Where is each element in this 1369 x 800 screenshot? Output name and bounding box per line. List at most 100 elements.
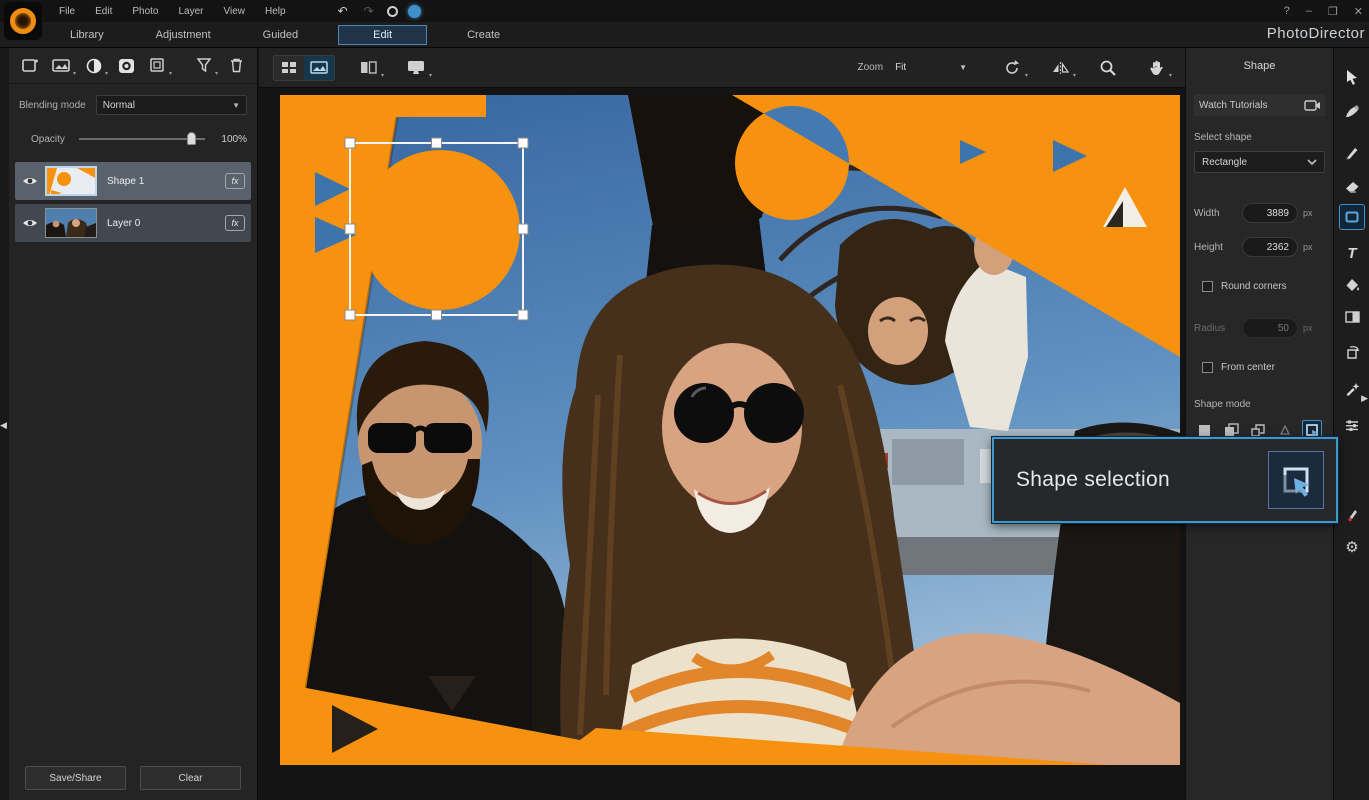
close-button[interactable]: ✕ [1354, 5, 1363, 18]
width-label: Width [1194, 208, 1242, 219]
radius-input [1242, 318, 1298, 338]
mask-tool-icon[interactable] [1339, 304, 1365, 330]
pointer-tool-icon[interactable] [1339, 64, 1365, 90]
maximize-button[interactable]: ❐ [1328, 5, 1338, 18]
select-shape-label: Select shape [1194, 132, 1325, 143]
menu-item-file[interactable]: File [50, 4, 84, 19]
adjust-sliders-icon[interactable] [1339, 412, 1365, 438]
minimize-button[interactable]: – [1306, 5, 1312, 17]
delete-layer-icon[interactable] [223, 54, 249, 78]
tab-guided[interactable]: Guided [251, 25, 310, 45]
rotate-icon[interactable]: ▾ [997, 56, 1027, 80]
record-icon[interactable] [387, 6, 398, 17]
visibility-eye-icon[interactable] [21, 176, 39, 186]
canvas-image[interactable] [280, 95, 1180, 765]
title-bar: File Edit Photo Layer View Help ↶ ↷ ? – … [0, 0, 1369, 22]
fx-button[interactable]: fx [225, 173, 245, 189]
collapse-left-panel-icon[interactable]: ◀ [0, 420, 7, 431]
height-label: Height [1194, 242, 1242, 253]
text-tool-icon[interactable]: T [1339, 240, 1365, 266]
pen-tool-icon[interactable] [1339, 140, 1365, 166]
width-field-row: Width px [1194, 203, 1325, 223]
eraser-tool-icon[interactable] [1339, 174, 1365, 200]
smudge-tool-icon[interactable] [1339, 98, 1365, 124]
tab-edit[interactable]: Edit [338, 25, 427, 45]
opacity-slider-handle[interactable] [187, 132, 196, 145]
shape-selection-large-icon [1268, 451, 1324, 509]
settings-gear-icon[interactable]: ⚙ [1339, 534, 1365, 560]
menu-item-help[interactable]: Help [256, 4, 295, 19]
zoom-dropdown-icon[interactable]: ▼ [959, 63, 967, 72]
help-button[interactable]: ? [1284, 5, 1290, 17]
watch-tutorials-button[interactable]: Watch Tutorials [1194, 94, 1325, 116]
sync-status-icon[interactable] [408, 5, 421, 18]
from-center-checkbox[interactable] [1202, 362, 1213, 373]
flip-icon[interactable]: ▾ [1045, 56, 1075, 80]
layer-thumbnail [45, 208, 97, 238]
transform-tool-icon[interactable] [1339, 340, 1365, 366]
zoom-tool-icon[interactable] [1093, 56, 1123, 80]
visibility-eye-icon[interactable] [21, 218, 39, 228]
opacity-slider[interactable] [79, 132, 205, 146]
zoom-value[interactable]: Fit [895, 62, 959, 73]
tab-adjustment[interactable]: Adjustment [144, 25, 223, 45]
shape-type-value: Rectangle [1202, 157, 1307, 168]
color-picker-icon[interactable] [1339, 502, 1365, 528]
shape-circle-selected[interactable] [360, 150, 520, 310]
display-mode-icon[interactable]: ▾ [401, 56, 431, 80]
brand-text: PhotoDirector [1267, 25, 1365, 42]
menu-item-layer[interactable]: Layer [170, 4, 213, 19]
redo-icon[interactable]: ↷ [361, 4, 377, 18]
height-input[interactable] [1242, 237, 1298, 257]
clear-button[interactable]: Clear [140, 766, 241, 790]
layers-panel: ▾ ▾ ▾ ▾ Blending [9, 48, 258, 800]
round-corners-checkbox[interactable] [1202, 281, 1213, 292]
layer-row-layer0[interactable]: Layer 0 fx [15, 204, 251, 242]
fill-tool-icon[interactable] [1339, 272, 1365, 298]
grid-view-icon[interactable] [274, 56, 304, 80]
radius-field-row: Radius px [1194, 318, 1325, 338]
mask-layer-icon[interactable] [113, 54, 139, 78]
add-layer-icon[interactable] [17, 54, 43, 78]
layers-toolbar: ▾ ▾ ▾ ▾ [9, 48, 257, 84]
shape-type-select[interactable]: Rectangle [1194, 151, 1325, 173]
zoom-label: Zoom [858, 62, 884, 73]
blending-mode-select[interactable]: Normal ▼ [96, 95, 247, 115]
tab-create[interactable]: Create [455, 25, 512, 45]
opacity-row: Opacity 100% [9, 126, 257, 152]
undo-icon[interactable]: ↶ [335, 4, 351, 18]
opacity-label: Opacity [31, 134, 65, 145]
layer-row-shape1[interactable]: Shape 1 fx [15, 162, 251, 200]
tooltip-text: Shape selection [1016, 468, 1268, 492]
photo-stage[interactable] [280, 95, 1180, 765]
opacity-slider-track [79, 138, 205, 140]
layer-thumbnail [45, 166, 97, 196]
filter-icon[interactable]: ▾ [191, 54, 217, 78]
shape-tool-icon[interactable] [1339, 204, 1365, 230]
single-view-icon[interactable] [304, 56, 334, 80]
canvas-area: ▾ ▾ Zoom Fit ▼ ▾ ▾ [259, 48, 1185, 800]
image-layer-icon[interactable]: ▾ [49, 54, 75, 78]
hand-tool-icon[interactable]: ▾ [1141, 56, 1171, 80]
width-unit: px [1303, 208, 1313, 218]
photodirector-logo[interactable] [4, 2, 42, 40]
menu-item-view[interactable]: View [215, 4, 255, 19]
collapse-right-panel-icon[interactable]: ▶ [1361, 393, 1368, 404]
layers-list: Shape 1 fx Layer 0 fx [9, 162, 257, 242]
canvas-toolbar: ▾ ▾ Zoom Fit ▼ ▾ ▾ [259, 48, 1185, 88]
shape-selection-tooltip: Shape selection [992, 437, 1338, 523]
width-input[interactable] [1242, 203, 1298, 223]
fx-button[interactable]: fx [225, 215, 245, 231]
tab-library[interactable]: Library [58, 25, 116, 45]
save-share-button[interactable]: Save/Share [25, 766, 126, 790]
compare-view-icon[interactable]: ▾ [353, 56, 383, 80]
menu-item-edit[interactable]: Edit [86, 4, 121, 19]
chevron-down-icon [1307, 159, 1317, 165]
menu-item-photo[interactable]: Photo [123, 4, 167, 19]
adjustment-layer-icon[interactable]: ▾ [81, 54, 107, 78]
frame-layer-icon[interactable]: ▾ [145, 54, 171, 78]
chevron-down-icon: ▼ [232, 101, 240, 110]
quick-actions: ↶ ↷ [335, 4, 421, 18]
round-corners-row: Round corners [1194, 281, 1325, 292]
from-center-label: From center [1221, 362, 1275, 373]
